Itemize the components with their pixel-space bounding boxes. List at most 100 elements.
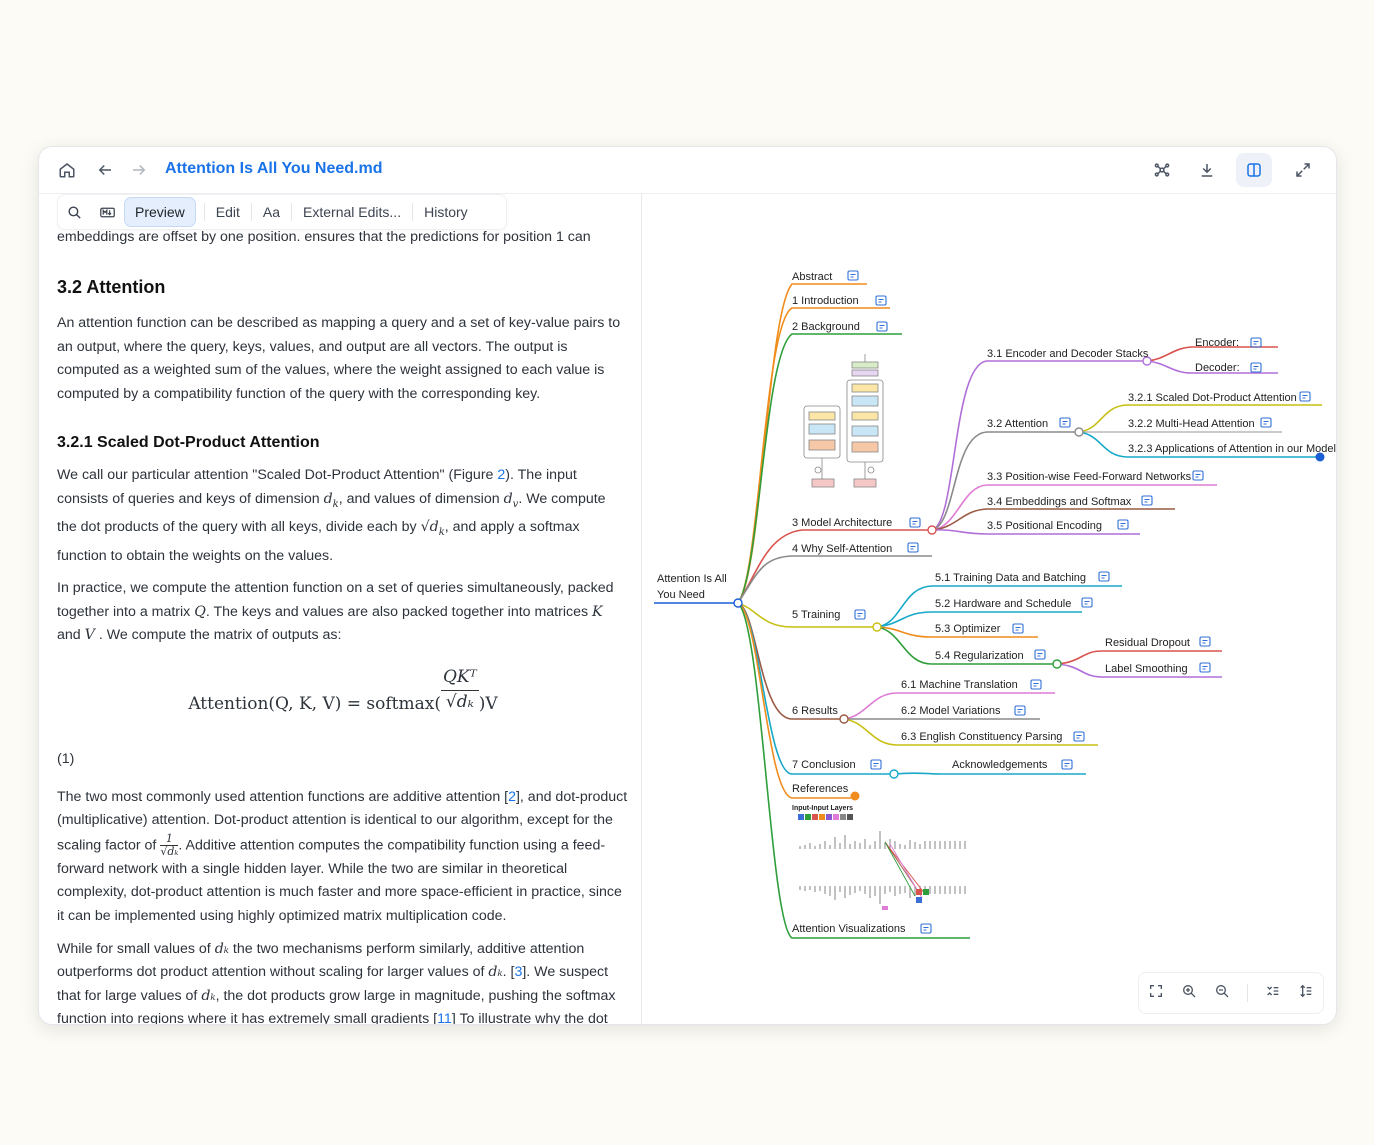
- note-icon[interactable]: [847, 270, 859, 281]
- note-icon[interactable]: [1299, 391, 1311, 402]
- fit-screen-icon[interactable]: [1148, 983, 1164, 1004]
- node-attention[interactable]: 3.2 Attention: [987, 418, 1048, 430]
- scaling-fraction: 1 √dₖ: [160, 832, 179, 858]
- node-introduction[interactable]: 1 Introduction: [792, 295, 859, 307]
- node-constituency[interactable]: 6.3 English Constituency Parsing: [901, 731, 1062, 743]
- back-arrow-icon[interactable]: [93, 158, 117, 182]
- note-icon[interactable]: [1098, 571, 1110, 582]
- node-dot[interactable]: [1052, 659, 1062, 669]
- node-abstract[interactable]: Abstract: [792, 271, 832, 283]
- tab-edit[interactable]: Edit: [205, 198, 251, 226]
- search-icon[interactable]: [58, 198, 91, 226]
- node-training[interactable]: 5 Training: [792, 609, 840, 621]
- paragraph-text: . [: [502, 964, 515, 981]
- note-icon[interactable]: [1030, 679, 1042, 690]
- note-icon[interactable]: [920, 923, 932, 934]
- node-background[interactable]: 2 Background: [792, 321, 860, 333]
- node-optimizer[interactable]: 5.3 Optimizer: [935, 623, 1001, 635]
- node-embeddings[interactable]: 3.4 Embeddings and Softmax: [987, 496, 1132, 508]
- note-icon[interactable]: [1141, 495, 1153, 506]
- paragraph-text: . The keys and values are also packed to…: [205, 603, 593, 620]
- note-icon[interactable]: [1250, 337, 1262, 348]
- math-symbol: dₖ: [201, 987, 216, 1004]
- download-icon[interactable]: [1195, 158, 1219, 182]
- node-label-smoothing[interactable]: Label Smoothing: [1105, 663, 1188, 675]
- font-settings-button[interactable]: Aa: [252, 198, 291, 226]
- node-scaled[interactable]: 3.2.1 Scaled Dot-Product Attention: [1128, 392, 1297, 404]
- node-dot[interactable]: [889, 769, 899, 779]
- node-residual-dropout[interactable]: Residual Dropout: [1105, 637, 1190, 649]
- note-icon[interactable]: [1034, 649, 1046, 660]
- markdown-icon[interactable]: [91, 198, 124, 226]
- citation-link[interactable]: 2: [508, 789, 516, 805]
- node-positional[interactable]: 3.5 Positional Encoding: [987, 520, 1102, 532]
- node-why-self-attention[interactable]: 4 Why Self-Attention: [792, 543, 892, 555]
- node-dot[interactable]: [839, 714, 849, 724]
- node-model-variations[interactable]: 6.2 Model Variations: [901, 705, 1001, 717]
- zoom-in-icon[interactable]: [1181, 983, 1197, 1004]
- citation-link[interactable]: 11: [437, 1011, 452, 1024]
- math-dk: dk: [324, 491, 339, 510]
- note-icon[interactable]: [1061, 759, 1073, 770]
- collapse-levels-icon[interactable]: [1265, 983, 1281, 1004]
- note-icon[interactable]: [1250, 362, 1262, 373]
- mindmap-pane[interactable]: Attention Is All You Need Abstract 1 Int…: [642, 194, 1336, 1024]
- note-icon[interactable]: [1260, 417, 1272, 428]
- node-multihead[interactable]: 3.2.2 Multi-Head Attention: [1128, 418, 1255, 430]
- note-icon[interactable]: [1192, 470, 1204, 481]
- node-decoder[interactable]: Decoder:: [1195, 362, 1240, 374]
- mindmap-canvas[interactable]: Attention Is All You Need Abstract 1 Int…: [642, 194, 1336, 1024]
- expand-icon[interactable]: [1291, 158, 1315, 182]
- note-icon[interactable]: [1014, 705, 1026, 716]
- note-icon[interactable]: [876, 321, 888, 332]
- split-view-icon[interactable]: [1236, 153, 1272, 187]
- note-icon[interactable]: [1199, 662, 1211, 673]
- node-ffn[interactable]: 3.3 Position-wise Feed-Forward Networks: [987, 471, 1192, 483]
- mindmap-root-line1[interactable]: Attention Is All: [657, 573, 727, 585]
- node-dot[interactable]: [1074, 427, 1084, 437]
- node-encoder-decoder[interactable]: 3.1 Encoder and Decoder Stacks: [987, 348, 1149, 360]
- home-icon[interactable]: [55, 158, 79, 182]
- node-machine-translation[interactable]: 6.1 Machine Translation: [901, 679, 1018, 691]
- node-acknowledgements[interactable]: Acknowledgements: [952, 759, 1048, 771]
- section-heading: 3.2 Attention: [57, 276, 166, 297]
- forward-arrow-icon[interactable]: [127, 158, 151, 182]
- root-node-dot[interactable]: [733, 598, 743, 608]
- node-applications[interactable]: 3.2.3 Applications of Attention in our M…: [1128, 443, 1336, 455]
- note-icon[interactable]: [1012, 623, 1024, 634]
- expand-levels-icon[interactable]: [1298, 983, 1314, 1004]
- node-encoder[interactable]: Encoder:: [1195, 337, 1239, 349]
- node-conclusion[interactable]: 7 Conclusion: [792, 759, 856, 771]
- node-regularization[interactable]: 5.4 Regularization: [935, 650, 1024, 662]
- node-training-data[interactable]: 5.1 Training Data and Batching: [935, 572, 1086, 584]
- tab-preview[interactable]: Preview: [124, 197, 196, 227]
- document-preview-pane[interactable]: Preview Edit Aa External Edits... Histor…: [39, 194, 641, 1024]
- note-icon[interactable]: [1081, 597, 1093, 608]
- note-icon[interactable]: [870, 759, 882, 770]
- node-visualizations[interactable]: Attention Visualizations: [792, 923, 906, 935]
- mindmap-icon[interactable]: [1150, 158, 1174, 182]
- note-icon[interactable]: [907, 542, 919, 553]
- node-dot[interactable]: [927, 525, 937, 535]
- note-icon[interactable]: [1073, 731, 1085, 742]
- note-icon[interactable]: [854, 609, 866, 620]
- external-edits-button[interactable]: External Edits...: [292, 198, 412, 226]
- note-icon[interactable]: [1059, 417, 1071, 428]
- history-button[interactable]: History: [413, 198, 479, 226]
- paragraph-text: . We compute the matrix of outputs as:: [94, 627, 342, 644]
- note-icon[interactable]: [1199, 636, 1211, 647]
- note-icon[interactable]: [875, 295, 887, 306]
- node-model-architecture[interactable]: 3 Model Architecture: [792, 517, 892, 529]
- zoombar-divider: [1247, 984, 1249, 1002]
- math-symbol: d: [503, 490, 513, 507]
- mindmap-root-line2[interactable]: You Need: [657, 589, 705, 601]
- node-dot-collapsed[interactable]: [850, 791, 860, 801]
- note-icon[interactable]: [909, 517, 921, 528]
- formula-right: )V: [478, 693, 498, 714]
- note-icon[interactable]: [1117, 519, 1129, 530]
- node-references[interactable]: References: [792, 783, 849, 795]
- node-results[interactable]: 6 Results: [792, 705, 838, 717]
- node-dot[interactable]: [872, 622, 882, 632]
- zoom-out-icon[interactable]: [1214, 983, 1230, 1004]
- node-hardware[interactable]: 5.2 Hardware and Schedule: [935, 598, 1071, 610]
